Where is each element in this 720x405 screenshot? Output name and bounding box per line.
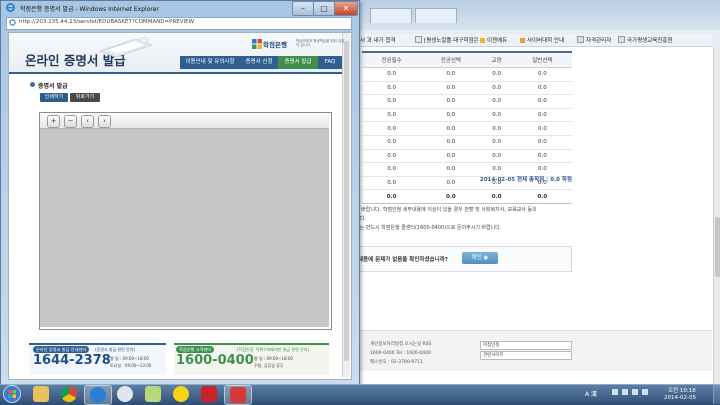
footer-info: 1600-0400 Tel : 1600-0400 [370,351,431,356]
footer-info: 팩스번호 : 02-3780-9711 [370,360,423,365]
hours-text: 주말, 공휴일 휴무 [254,363,284,368]
favorites-bar: 서 과 내가 합격 [평생노칼플-대구학점은 이젠에듀 사이버대학 안내 자격관… [360,34,712,47]
confirm-button[interactable]: 확인 ◉ [462,252,498,264]
network-icon[interactable] [632,389,638,395]
contact-label: 온라인 증명서 발급 안내센터 [33,346,90,353]
taskbar-explorer[interactable] [28,385,54,403]
taskbar-acrobat[interactable] [196,385,222,403]
background-scrollbar[interactable] [713,47,720,384]
popup-title: 학점은행 증명서 발급 - Windows Internet Explorer [20,6,159,13]
background-window-chrome [340,0,720,30]
close-button[interactable]: ✕ [334,1,358,16]
table-total-row: 0.0 0.0 0.0 0.0 [362,189,572,204]
arrow-icon: ◉ [483,255,489,261]
table-row: 0.0 0.0 0.0 0.0 [362,149,572,164]
clock-app-icon [117,386,133,402]
tray-icon[interactable] [612,389,618,395]
clock-date[interactable]: 2014-02-05 [664,395,696,401]
zoom-out-button[interactable]: − [64,115,77,128]
column-header: 전공필수 [362,51,422,68]
table-row: 0.0 0.0 0.0 0.0 [362,108,572,123]
favorite-link[interactable]: 사이버대학 안내 [520,36,564,44]
address-url[interactable]: http://203.235.44.23/servlet/EDUBASKET?C… [19,19,194,25]
credit-summary: 2014-02-05 현재 총학점 : 0.0 학점 [479,177,572,183]
taskbar-app[interactable] [112,385,138,403]
tray-icon[interactable] [622,389,628,395]
taskbar-app[interactable] [224,385,252,405]
kakaotalk-icon [173,386,189,402]
confirm-question: 내용에 문제가 없음을 확인하셨습니까? [358,257,448,263]
start-button-icon[interactable] [1,384,23,404]
favorite-link[interactable]: 이젠에듀 [480,36,507,44]
page-icon [9,19,16,26]
ie-icon [6,3,15,12]
header-divider [9,72,342,74]
column-header: 교양 [480,51,513,68]
viewer-canvas[interactable] [40,129,329,327]
phone-number: 1600-0400 [176,353,254,368]
volume-icon[interactable] [642,389,648,395]
clock-time[interactable]: 오전 10:18 [668,386,696,394]
background-footer: 개인정보처리방침 오시는길 RSS 1600-0400 Tel : 1600-0… [340,330,712,371]
zoom-in-button[interactable]: + [47,115,60,128]
next-page-button[interactable]: › [98,115,111,128]
hours-text: 평 일 : 09:00~18:00 [110,356,149,361]
chat-icon [145,386,161,402]
keyboard-illustration [98,37,154,57]
print-button[interactable]: 인쇄하기 [40,93,68,102]
hours-text: 토요일 : 09:00~13:00 [110,363,152,368]
folder-icon [33,386,49,402]
table-row: 0.0 0.0 0.0 0.0 [362,135,572,150]
maximize-button[interactable]: □ [313,1,335,16]
taskbar-internet-explorer[interactable] [84,385,112,405]
nav-apply[interactable]: 증명서 신청 [240,56,278,69]
logo-subtitle: 학습자에게 평생학습을 위한 길잡이 입니다 [296,39,345,47]
phone-number: 1644-2378 [33,353,111,368]
chrome-icon [61,386,77,402]
column-header: 일반선택 [512,51,572,68]
prev-page-button[interactable]: ‹ [81,115,94,128]
favorite-link[interactable]: 서 과 내가 합격 [360,36,396,44]
taskbar-app[interactable] [140,385,166,403]
related-select[interactable]: 학점인정 [480,341,572,350]
language-indicator[interactable]: A 漢 [585,389,597,398]
footer-links[interactable]: 개인정보처리방침 오시는길 RSS [370,341,431,347]
table-header-row: 전공필수 전공선택 교양 일반선택 [362,51,572,68]
show-desktop-button[interactable] [713,384,720,404]
favorite-link[interactable]: 국가평생교육진흥원 [618,36,673,44]
related-sites-select[interactable]: 관련사이트 [480,351,572,360]
ie-icon [90,387,106,403]
taskbar-chrome[interactable] [56,385,82,403]
notice-text: 에는 반드시 학점은행 콜센터(1600-0400)으로 문의주시기 바랍니다. [355,225,502,231]
table-row: 0.0 0.0 0.0 0.0 [362,94,572,109]
section-title: 증명서 발급 [38,83,68,90]
logo-mark-icon [252,39,262,49]
background-tab[interactable] [415,8,457,23]
app-icon [230,387,246,403]
notice-text: 니 바랍니다. 학점인정 세부내용에 이상이 있을 경우 관할 및 사회복지사,… [355,207,537,213]
table-row: 0.0 0.0 0.0 0.0 [362,81,572,96]
hours-text: 평 일 : 09:00~18:00 [254,356,293,361]
background-tab[interactable] [370,8,412,23]
minimize-button[interactable]: – [292,1,314,16]
logo-text: 학점은행 [263,41,287,49]
nav-faq[interactable]: FAQ [318,56,342,69]
table-row: 0.0 0.0 0.0 0.0 [362,121,572,136]
popup-scrollbar[interactable] [342,33,350,377]
favorite-link[interactable]: [평생노칼플-대구학점은 [415,36,479,44]
back-button[interactable]: 뒤로가기 [70,93,100,102]
table-row: 0.0 0.0 0.0 0.0 [362,67,572,82]
bullet-icon [30,82,35,87]
acrobat-icon [201,386,217,402]
favorite-link[interactable]: 자격관리자 [577,36,611,44]
nav-guide[interactable]: 이용안내 및 유의사항 [180,56,240,69]
column-header: 전공선택 [421,51,481,68]
contact-label: 학점은행 고객센터 [176,346,215,353]
nav-issue[interactable]: 증명서 발급 [278,56,318,69]
taskbar-kakaotalk[interactable] [168,385,194,403]
